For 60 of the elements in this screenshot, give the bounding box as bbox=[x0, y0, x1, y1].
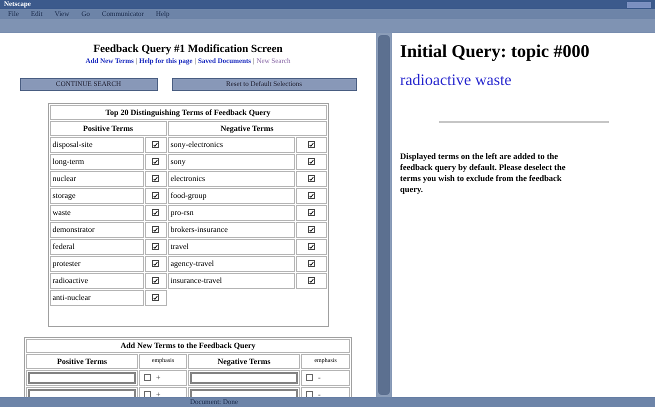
checkbox[interactable] bbox=[144, 391, 151, 397]
checkbox[interactable] bbox=[152, 175, 159, 182]
sign-label: + bbox=[156, 374, 161, 382]
query-heading: Initial Query: topic #000 bbox=[400, 41, 590, 61]
checkbox[interactable] bbox=[308, 141, 314, 148]
checkbox[interactable] bbox=[308, 226, 314, 233]
table-cell: food-group bbox=[168, 188, 294, 204]
checkbox[interactable] bbox=[152, 260, 159, 267]
table-cell: electronics bbox=[168, 170, 294, 186]
table-cell: storage bbox=[50, 188, 144, 204]
column-header: Positive Terms bbox=[50, 120, 166, 136]
input-field[interactable] bbox=[28, 388, 136, 397]
checkbox[interactable] bbox=[152, 294, 159, 301]
table-cell: pro-rsn bbox=[168, 204, 294, 220]
checkbox[interactable] bbox=[308, 175, 314, 182]
input-field[interactable] bbox=[190, 372, 298, 384]
table-cell: agency-travel bbox=[168, 256, 294, 272]
sign-label: - bbox=[318, 374, 321, 382]
table-cell: brokers-insurance bbox=[168, 222, 294, 238]
checkbox[interactable] bbox=[308, 209, 314, 216]
column-header: Negative Terms bbox=[168, 120, 326, 136]
checkbox[interactable] bbox=[308, 192, 314, 199]
sign-label: + bbox=[156, 390, 161, 397]
table-cell: sony bbox=[168, 154, 294, 170]
table-cell: radioactive bbox=[50, 272, 144, 288]
table-title: Add New Terms to the Feedback Query bbox=[26, 338, 350, 352]
checkbox[interactable] bbox=[308, 277, 314, 284]
input-field[interactable] bbox=[28, 372, 136, 384]
input-field[interactable] bbox=[190, 388, 298, 397]
checkbox[interactable] bbox=[152, 243, 159, 250]
checkbox[interactable] bbox=[306, 374, 313, 381]
checkbox[interactable] bbox=[144, 374, 151, 381]
table-cell: travel bbox=[168, 238, 294, 254]
checkbox[interactable] bbox=[152, 209, 159, 216]
table-cell: demonstrator bbox=[50, 222, 144, 238]
table-cell: disposal-site bbox=[50, 136, 144, 152]
column-header: Positive Terms bbox=[26, 354, 138, 368]
checkbox[interactable] bbox=[152, 226, 159, 233]
checkbox[interactable] bbox=[152, 141, 159, 148]
query-text: radioactive waste bbox=[400, 71, 512, 91]
column-header: Negative Terms bbox=[188, 354, 300, 368]
checkbox[interactable] bbox=[308, 260, 314, 267]
table-cell: nuclear bbox=[50, 170, 144, 186]
checkbox[interactable] bbox=[308, 158, 314, 165]
description-text: Displayed terms on the left are added to the feedback query by default. Please deselect the terms you wish to exclude from the feedback query. bbox=[400, 151, 566, 195]
checkbox[interactable] bbox=[308, 243, 314, 250]
checkbox[interactable] bbox=[152, 158, 159, 165]
page-heading: Feedback Query #1 Modification Screen bbox=[93, 43, 283, 57]
table-cell: waste bbox=[50, 204, 144, 220]
table-cell: protester bbox=[50, 256, 144, 272]
table-cell: federal bbox=[50, 238, 144, 254]
sign-label: - bbox=[318, 390, 321, 397]
table-cell: anti-nuclear bbox=[50, 290, 144, 306]
table-cell: long-term bbox=[50, 154, 144, 170]
table-cell: sony-electronics bbox=[168, 136, 294, 152]
checkbox[interactable] bbox=[152, 277, 159, 284]
checkbox[interactable] bbox=[152, 192, 159, 199]
checkbox[interactable] bbox=[306, 391, 313, 397]
table-title: Top 20 Distinguishing Terms of Feedback Query bbox=[50, 104, 326, 120]
table-cell: insurance-travel bbox=[168, 272, 294, 288]
